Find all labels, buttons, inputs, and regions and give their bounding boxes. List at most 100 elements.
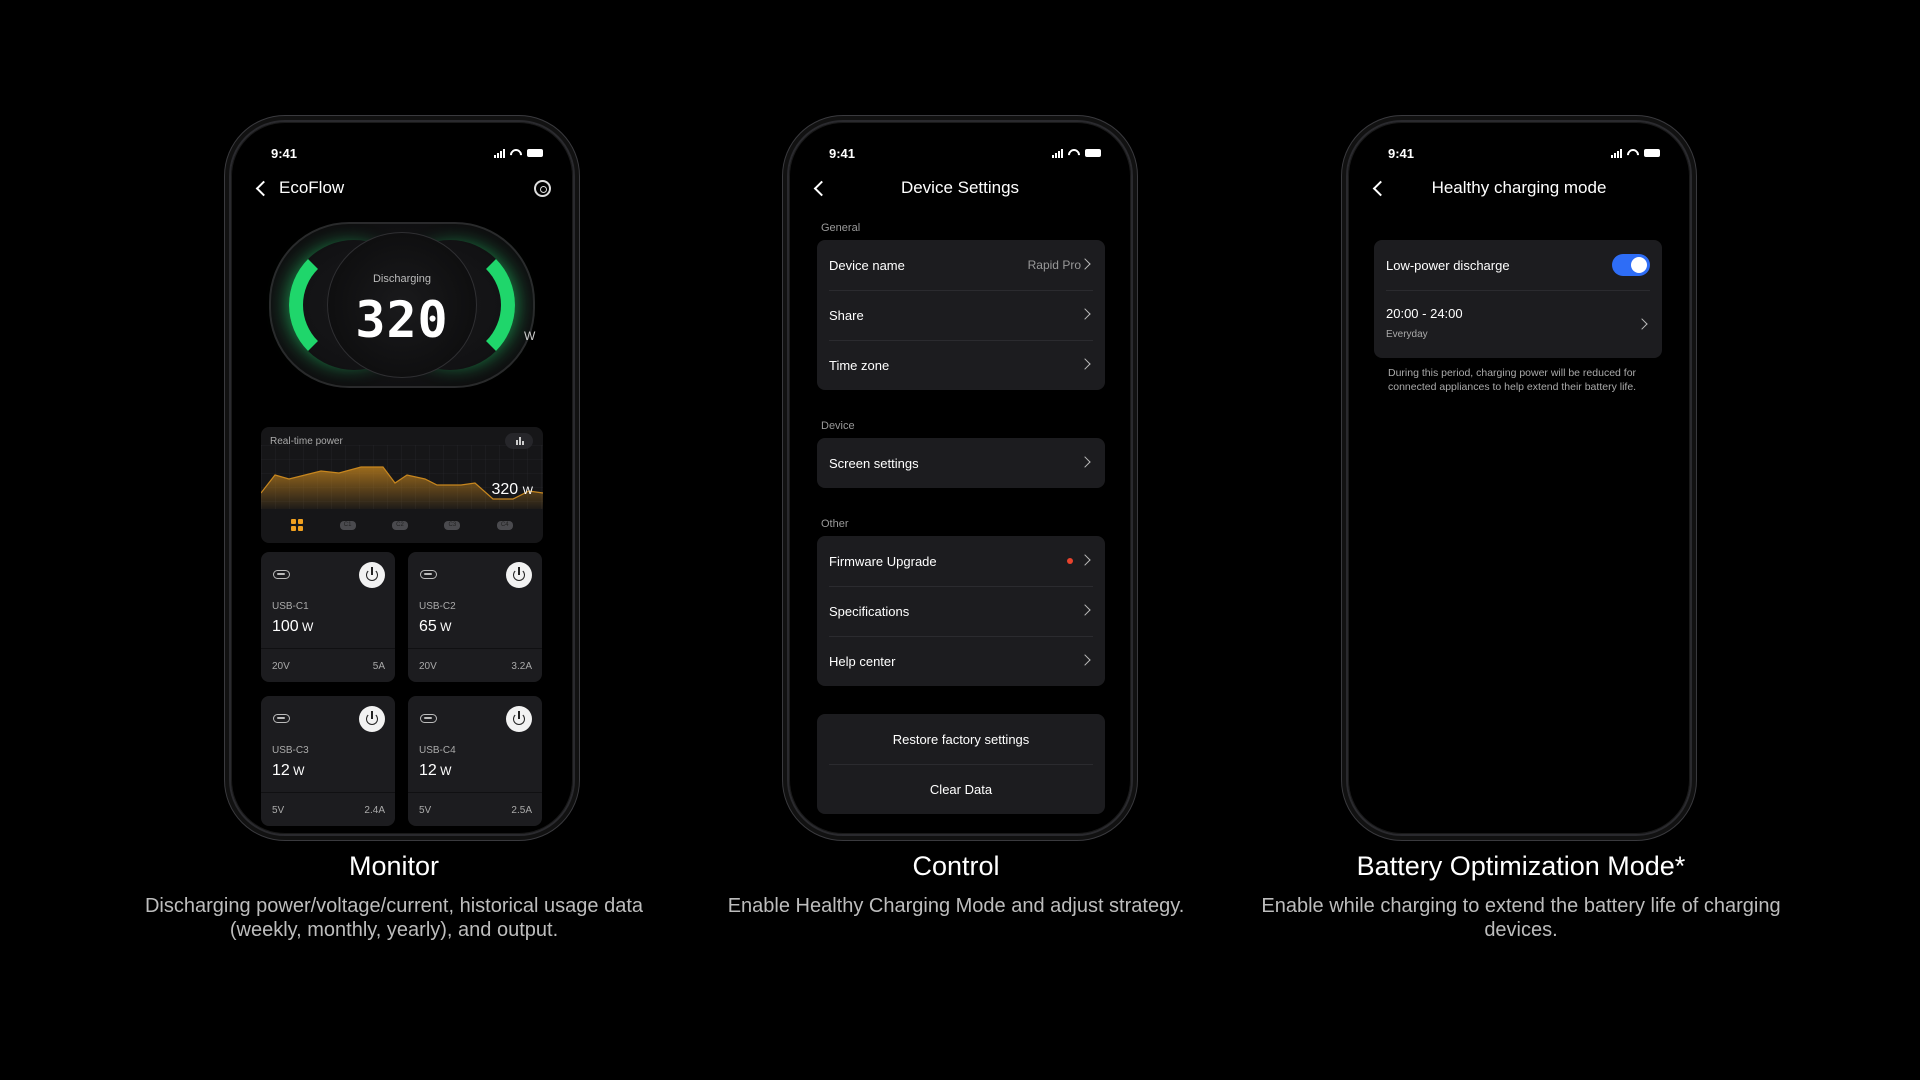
phone-monitor: 9:41 EcoFlow Discharging 320 W Real-time…: [229, 120, 575, 836]
chevron-right-icon: [1079, 554, 1091, 566]
port-tab-c1[interactable]: C1: [339, 520, 356, 530]
nav-bar: EcoFlow: [253, 174, 551, 202]
signal-icon: [494, 148, 505, 158]
back-icon[interactable]: [811, 180, 827, 196]
back-icon[interactable]: [1370, 180, 1386, 196]
usb-port-icon: [273, 714, 290, 723]
time-zone-row[interactable]: Time zone: [817, 340, 1105, 390]
port-voltage: 5V: [272, 805, 285, 816]
power-button[interactable]: [506, 706, 532, 732]
wifi-icon: [510, 149, 522, 158]
port-watts-unit: W: [302, 620, 314, 634]
caption-battery-body: Enable while charging to extend the batt…: [1261, 895, 1781, 941]
help-center-label: Help center: [829, 653, 896, 669]
low-power-discharge-toggle[interactable]: [1612, 254, 1650, 276]
wifi-icon: [1627, 149, 1639, 158]
port-card-usb-c3[interactable]: USB-C3 12 W 5V 2.4A: [261, 696, 395, 826]
port-card-usb-c2[interactable]: USB-C2 65 W 20V 3.2A: [408, 552, 542, 682]
section-general: General: [821, 222, 861, 234]
nav-bar: Healthy charging mode: [1370, 174, 1668, 202]
update-badge: [1067, 558, 1073, 564]
back-icon[interactable]: [253, 180, 269, 196]
caption-battery-title: Battery Optimization Mode*: [1356, 851, 1686, 881]
page-title: EcoFlow: [279, 178, 345, 197]
schedule-row[interactable]: 20:00 - 24:00 Everyday: [1374, 290, 1662, 358]
chevron-right-icon: [1079, 308, 1091, 320]
port-watts: 65 W: [419, 618, 451, 636]
all-ports-grid-icon[interactable]: [291, 519, 304, 531]
chevron-right-icon: [1079, 358, 1091, 370]
port-voltage: 20V: [272, 661, 290, 672]
port-tab-c2[interactable]: C2: [391, 520, 408, 530]
phone-battery: 9:41 Healthy charging mode Low-power dis…: [1346, 120, 1692, 836]
port-watts-number: 100: [272, 618, 299, 635]
device-name-row[interactable]: Device name Rapid Pro: [817, 240, 1105, 290]
power-button[interactable]: [506, 562, 532, 588]
firmware-upgrade-row[interactable]: Firmware Upgrade: [817, 536, 1105, 586]
power-button[interactable]: [359, 706, 385, 732]
help-center-row[interactable]: Help center: [817, 636, 1105, 686]
port-card-usb-c4[interactable]: USB-C4 12 W 5V 2.5A: [408, 696, 542, 826]
section-other: Other: [821, 518, 849, 530]
port-tab-c4[interactable]: C4: [496, 520, 513, 530]
port-watts-number: 12: [419, 762, 437, 779]
port-watts-unit: W: [440, 620, 452, 634]
usb-port-icon: [420, 570, 437, 579]
specifications-row[interactable]: Specifications: [817, 586, 1105, 636]
divider: [408, 648, 542, 649]
low-power-discharge-row: Low-power discharge: [1374, 240, 1662, 290]
power-gauge: Discharging 320 W: [269, 222, 535, 388]
caption-control-body: Enable Healthy Charging Mode and adjust …: [727, 895, 1185, 917]
battery-icon: [527, 149, 543, 157]
share-row[interactable]: Share: [817, 290, 1105, 340]
port-card-usb-c1[interactable]: USB-C1 100 W 20V 5A: [261, 552, 395, 682]
port-watts-unit: W: [440, 764, 452, 778]
device-name-value: Rapid Pro: [1027, 258, 1081, 272]
section-device: Device: [821, 420, 855, 432]
realtime-value: 320 W: [491, 481, 533, 499]
battery-icon: [1644, 149, 1660, 157]
status-bar: 9:41: [1388, 144, 1660, 162]
realtime-value-number: 320: [491, 481, 519, 498]
power-button[interactable]: [359, 562, 385, 588]
phone-control: 9:41 Device Settings General Device name…: [787, 120, 1133, 836]
status-time: 9:41: [1388, 145, 1415, 161]
realtime-value-unit: W: [522, 485, 533, 497]
clear-data-button[interactable]: Clear Data: [817, 764, 1105, 814]
status-bar: 9:41: [829, 144, 1101, 162]
device-settings-group: Screen settings: [817, 438, 1105, 488]
port-current: 5A: [372, 661, 385, 672]
schedule-repeat: Everyday: [1386, 329, 1428, 340]
port-watts: 100 W: [272, 618, 313, 636]
time-zone-label: Time zone: [829, 357, 890, 373]
share-label: Share: [829, 307, 864, 323]
screen-settings-row[interactable]: Screen settings: [817, 438, 1105, 488]
gauge-dial: Discharging 320 W: [327, 232, 535, 378]
port-watts-number: 65: [419, 618, 437, 635]
low-power-discharge-label: Low-power discharge: [1386, 257, 1510, 273]
settings-gear-icon[interactable]: [534, 179, 551, 197]
port-tab-c3[interactable]: C3: [444, 520, 461, 530]
caption-control-title: Control: [912, 851, 1000, 881]
wifi-icon: [1068, 149, 1080, 158]
divider: [408, 792, 542, 793]
port-watts-unit: W: [293, 764, 305, 778]
specifications-label: Specifications: [829, 603, 910, 619]
healthy-charging-group: Low-power discharge 20:00 - 24:00 Everyd…: [1374, 240, 1662, 358]
firmware-upgrade-label: Firmware Upgrade: [829, 553, 937, 569]
screen-settings-label: Screen settings: [829, 455, 919, 471]
page-title: Healthy charging mode: [1431, 178, 1607, 197]
page-title: Device Settings: [900, 178, 1020, 197]
status-bar: 9:41: [271, 144, 543, 162]
port-watts-number: 12: [272, 762, 290, 779]
port-voltage: 20V: [419, 661, 437, 672]
restore-factory-button[interactable]: Restore factory settings: [817, 714, 1105, 764]
bar-chart-icon: [516, 437, 524, 445]
general-settings-group: Device name Rapid Pro Share Time zone: [817, 240, 1105, 390]
schedule-description: During this period, charging power will …: [1388, 367, 1637, 393]
port-watts: 12 W: [272, 762, 304, 780]
other-settings-group: Firmware Upgrade Specifications Help cen…: [817, 536, 1105, 686]
port-filter-tabs: C1 C2 C3 C4: [261, 515, 543, 535]
gauge-status-label: Discharging: [372, 273, 432, 285]
port-name: USB-C4: [419, 745, 456, 756]
